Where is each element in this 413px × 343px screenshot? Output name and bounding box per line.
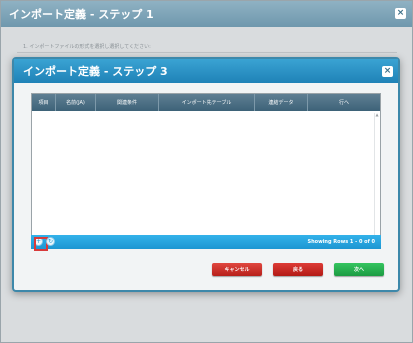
step1-instruction: 1. インポートファイルの形式を選択し選択してください: <box>23 44 151 50</box>
column-header[interactable]: 名前(JA) <box>56 94 96 111</box>
pager-status: Showing Rows 1 - 0 of 0 <box>307 239 375 245</box>
grid-body: ▲ ▼ <box>32 111 380 244</box>
column-header[interactable]: 連結データ <box>255 94 308 111</box>
step3-dialog: インポート定義 - ステップ 3 × 項目 名前(JA) 関連条件 インポート先… <box>12 57 400 292</box>
add-icon[interactable]: + <box>34 237 48 251</box>
grid-pager: + ↻ Showing Rows 1 - 0 of 0 <box>31 235 381 251</box>
scroll-up-icon[interactable]: ▲ <box>375 113 379 117</box>
back-button[interactable]: 戻る <box>273 263 323 276</box>
next-button[interactable]: 次へ <box>334 263 384 276</box>
step1-window-header: インポート定義 - ステップ 1 <box>1 1 412 27</box>
import-grid: 項目 名前(JA) 関連条件 インポート先テーブル 連結データ 行へ ▲ ▼ <box>31 93 381 245</box>
refresh-icon[interactable]: ↻ <box>46 237 55 246</box>
column-header[interactable]: インポート先テーブル <box>159 94 255 111</box>
grid-header: 項目 名前(JA) 関連条件 インポート先テーブル 連結データ 行へ <box>32 94 380 111</box>
step3-dialog-header: インポート定義 - ステップ 3 <box>14 59 398 83</box>
step3-dialog-title: インポート定義 - ステップ 3 <box>23 65 168 78</box>
grid-scrollbar[interactable]: ▲ ▼ <box>374 113 379 241</box>
close-icon[interactable]: × <box>382 66 393 77</box>
column-header[interactable]: 関連条件 <box>96 94 159 111</box>
divider <box>17 52 397 53</box>
column-header[interactable]: 項目 <box>32 94 56 111</box>
step1-window-title: インポート定義 - ステップ 1 <box>9 8 154 21</box>
close-icon[interactable]: × <box>395 8 406 19</box>
cancel-button[interactable]: キャンセル <box>212 263 262 276</box>
column-header[interactable]: 行へ <box>308 94 380 111</box>
